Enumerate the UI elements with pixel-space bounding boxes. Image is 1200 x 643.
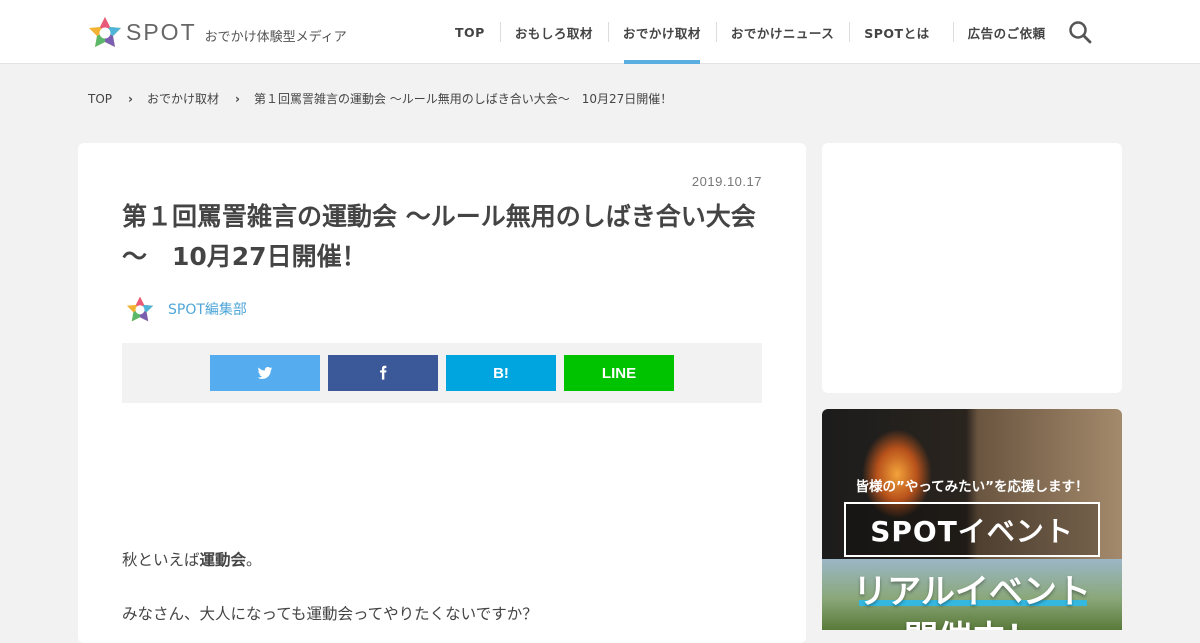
author-name[interactable]: SPOT編集部	[168, 299, 247, 319]
nav-item-odekake[interactable]: おでかけ取材	[607, 0, 716, 64]
article-title: 第１回罵詈雑言の運動会 ～ルール無用のしばき合い大会～ 10月27日開催！	[122, 202, 756, 271]
banner-box-text: SPOTイベント	[844, 502, 1100, 557]
article-card: 2019.10.17 第１回罵詈雑言の運動会 ～ルール無用のしばき合い大会～ 1…	[78, 143, 806, 643]
site-logo[interactable]: SPOT おでかけ体験型メディア	[88, 16, 347, 48]
logo-tagline: おでかけ体験型メディア	[204, 29, 347, 45]
facebook-icon	[380, 365, 387, 380]
chevron-right-icon: ›	[128, 91, 133, 106]
paragraph-text: 秋といえば	[122, 551, 200, 569]
nav-item-ads[interactable]: 広告のご依頼	[952, 0, 1061, 64]
article-date: 2019.10.17	[691, 174, 762, 189]
site-header: SPOT おでかけ体験型メディア TOP おもしろ取材 おでかけ取材 おでかけニ…	[0, 0, 1200, 64]
sidebar-ad-slot	[822, 143, 1122, 393]
main-nav: TOP おもしろ取材 おでかけ取材 おでかけニュース SPOTとは 広告のご依頼	[440, 0, 1061, 64]
event-banner[interactable]: 皆様の”やってみたい”を応援します！ SPOTイベント リアルイベント 開催中！	[822, 409, 1122, 630]
banner-headline-sub: 開催中！	[822, 611, 1122, 630]
nav-item-about[interactable]: SPOTとは	[849, 0, 944, 64]
search-icon[interactable]	[1068, 20, 1092, 44]
breadcrumb-top[interactable]: TOP	[88, 92, 112, 106]
share-line-button[interactable]: LINE	[564, 355, 674, 391]
chevron-right-icon: ›	[234, 91, 240, 106]
banner-tagline: 皆様の”やってみたい”を応援します！	[855, 479, 1089, 495]
article-paragraph: みなさん、大人になっても運動会ってやりたくないですか？	[122, 605, 538, 623]
logo-text: SPOT	[126, 18, 197, 45]
article-author[interactable]: SPOT編集部	[126, 295, 247, 323]
twitter-icon	[257, 367, 273, 379]
paragraph-bold-text: 運動会	[199, 551, 247, 569]
spot-logo-icon	[89, 17, 121, 47]
share-bar: B! LINE	[122, 343, 762, 403]
nav-item-news[interactable]: おでかけニュース	[715, 0, 849, 64]
breadcrumb: TOP › おでかけ取材 › 第１回罵詈雑言の運動会 ～ルール無用のしばき合い大…	[88, 90, 672, 107]
breadcrumb-category[interactable]: おでかけ取材	[147, 90, 219, 107]
nav-item-omoshiro[interactable]: おもしろ取材	[499, 0, 608, 64]
share-hatena-button[interactable]: B!	[446, 355, 556, 391]
article-paragraph: 秋といえば運動会。	[122, 548, 762, 570]
breadcrumb-current: 第１回罵詈雑言の運動会 ～ルール無用のしばき合い大会～ 10月27日開催！	[253, 92, 673, 106]
nav-item-top[interactable]: TOP	[440, 0, 500, 64]
share-twitter-button[interactable]	[210, 355, 320, 391]
banner-headline: リアルイベント	[853, 572, 1091, 612]
share-facebook-button[interactable]	[328, 355, 438, 391]
author-avatar-icon	[126, 296, 154, 322]
paragraph-text: 。	[246, 551, 262, 569]
